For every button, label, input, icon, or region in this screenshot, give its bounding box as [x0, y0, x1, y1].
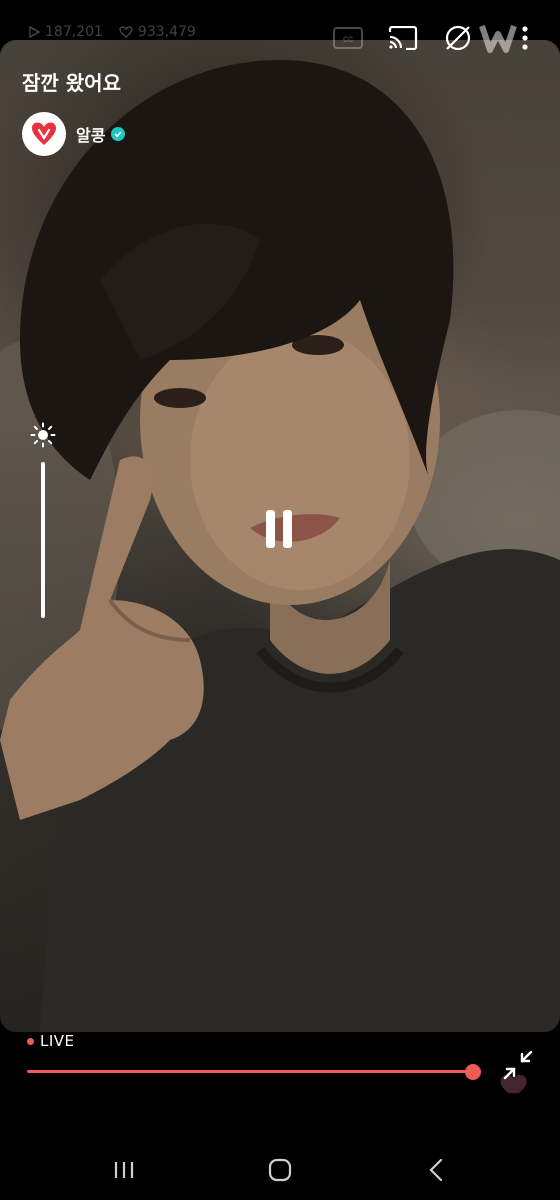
views-count: 187,201: [45, 24, 103, 40]
minimize-icon: [500, 1050, 533, 1094]
cc-icon[interactable]: cc: [330, 20, 366, 56]
video-title: 잠깐 왔어요: [22, 71, 121, 95]
minimize-button[interactable]: [496, 1046, 540, 1094]
rotate-off-icon[interactable]: [440, 20, 476, 56]
channel-avatar[interactable]: [22, 112, 66, 156]
pause-button[interactable]: [262, 510, 298, 550]
pause-icon: [266, 510, 275, 548]
more-vert-icon[interactable]: [512, 20, 538, 56]
progress-thumb[interactable]: [465, 1064, 481, 1080]
live-dot: [27, 1037, 34, 1045]
recent-apps-icon[interactable]: [104, 1154, 144, 1186]
home-icon[interactable]: [260, 1154, 300, 1186]
back-icon[interactable]: [416, 1154, 456, 1186]
likes-count: 933,479: [137, 24, 196, 40]
heart-logo-icon: [32, 122, 56, 145]
cast-icon[interactable]: [385, 20, 421, 56]
channel-name[interactable]: 알콩: [76, 122, 105, 146]
video-stats: 187,201 933,479: [28, 24, 196, 40]
svg-text:cc: cc: [343, 34, 353, 45]
play-count-icon: [29, 26, 40, 38]
live-indicator: LIVE: [27, 1032, 75, 1050]
progress-bar[interactable]: [27, 1070, 473, 1073]
brightness-control[interactable]: [30, 422, 56, 618]
brightness-icon: [30, 422, 56, 448]
like-count-icon: [119, 26, 133, 38]
verified-check-icon: [111, 127, 126, 141]
likes-stat: 933,479: [119, 24, 196, 40]
views-stat: 187,201: [28, 24, 103, 40]
brightness-slider[interactable]: [41, 462, 45, 618]
player-top-controls: cc: [330, 20, 560, 56]
live-label: LIVE: [40, 1032, 75, 1050]
system-nav-bar: [0, 1140, 560, 1200]
channel-info[interactable]: 알콩: [22, 112, 126, 156]
